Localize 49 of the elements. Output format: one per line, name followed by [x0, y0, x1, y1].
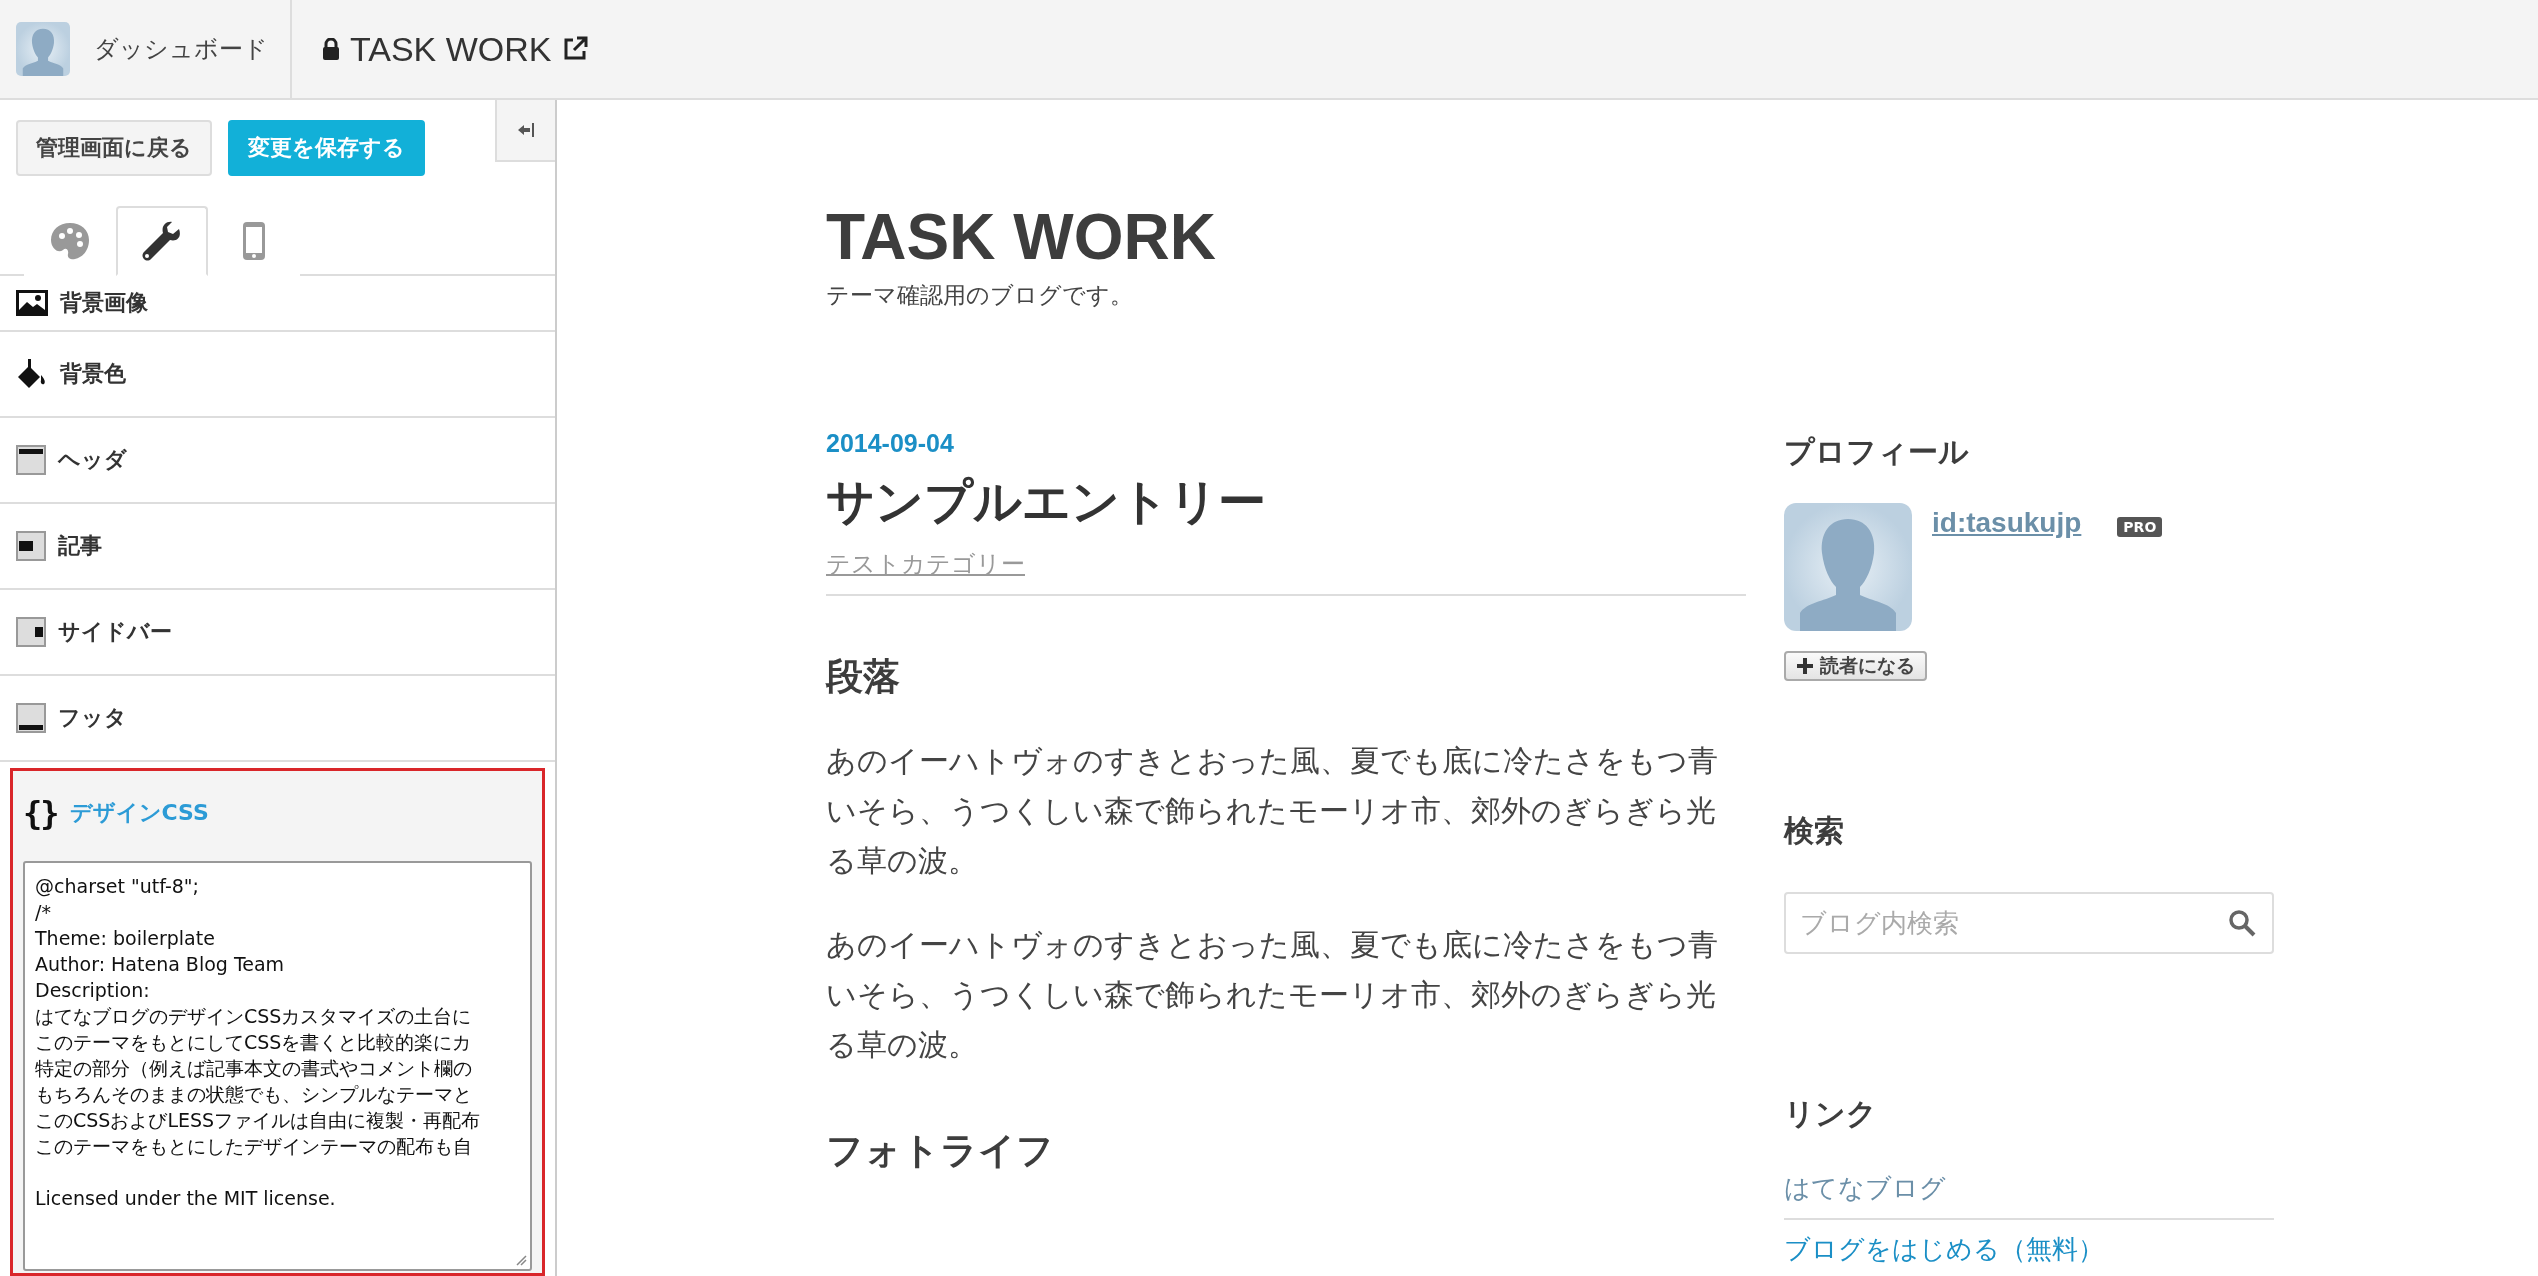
- image-icon: [16, 290, 48, 316]
- collapse-sidebar-button[interactable]: [495, 100, 555, 162]
- section-label: 背景画像: [60, 289, 148, 317]
- entry-date[interactable]: 2014-09-04: [826, 429, 1746, 458]
- paint-bucket-icon: [16, 359, 48, 389]
- user-avatar: [16, 22, 70, 76]
- plus-icon: [1796, 657, 1814, 675]
- subscribe-button[interactable]: 読者になる: [1784, 651, 1927, 681]
- collapse-arrow-icon: [517, 122, 535, 138]
- wrench-tab[interactable]: [116, 206, 208, 276]
- section-heading: 段落: [826, 654, 901, 700]
- pro-badge: PRO: [2117, 517, 2163, 537]
- sidebar-layout-icon: [16, 617, 46, 647]
- paragraph: あのイーハトヴォのすきとおった風、夏でも底に冷たさをもつ青いそら、うつくしい森で飾られたモーリオ市、郊外のぎらぎら光る草の波。: [826, 926, 1719, 1064]
- section-label: フッタ: [58, 704, 127, 732]
- back-button[interactable]: 管理画面に戻る: [16, 120, 212, 176]
- sidebar-link[interactable]: ブログをはじめる（無料）: [1784, 1218, 2274, 1276]
- blog-title-link[interactable]: TASK WORK: [350, 29, 552, 69]
- settings-section[interactable]: サイドバー: [0, 590, 555, 676]
- settings-section[interactable]: ヘッダ: [0, 418, 555, 504]
- settings-section[interactable]: フッタ: [0, 676, 555, 762]
- header-layout-icon: [16, 445, 46, 475]
- blog-title: TASK WORK: [826, 200, 1217, 274]
- search-heading: 検索: [1784, 812, 1845, 850]
- profile-heading: プロフィール: [1784, 433, 1970, 471]
- section-label: サイドバー: [58, 618, 172, 646]
- blog-description: テーマ確認用のブログです。: [826, 281, 1134, 310]
- settings-section[interactable]: 背景画像: [0, 276, 555, 332]
- settings-section[interactable]: 記事: [0, 504, 555, 590]
- settings-section[interactable]: 背景色: [0, 332, 555, 418]
- wrench-icon: [141, 221, 183, 261]
- resize-handle-icon[interactable]: [515, 1254, 527, 1266]
- braces-icon: {}: [23, 794, 58, 832]
- entry-title[interactable]: サンプルエントリー: [826, 470, 1746, 534]
- article-layout-icon: [16, 531, 46, 561]
- footer-layout-icon: [16, 703, 46, 733]
- paragraph: あのイーハトヴォのすきとおった風、夏でも底に冷たさをもつ青いそら、うつくしい森で飾られたモーリオ市、郊外のぎらぎら光る草の波。: [826, 742, 1719, 880]
- search-field[interactable]: ブログ内検索: [1784, 892, 2274, 954]
- section-label: 背景色: [60, 360, 126, 388]
- palette-icon: [50, 222, 90, 260]
- section-label: 記事: [58, 532, 102, 560]
- links-heading: リンク: [1784, 1095, 1878, 1133]
- css-editor[interactable]: @charset "utf-8"; /* Theme: boilerplate Author: Hatena Blog Team Description: はてなブログのデザインCSSカスタマイズの土台に このテーマをもとにしてCSSを書くと比較的楽にカ 特定の部分（例えば記事本文の書式やコメント欄の もちろんそのままの状態でも、シンプルなテーマと このCSSおよびLESSファイルは自由に複製・再配布 このテーマをもとにしたデザインテーマの配布も自 Licensed under the MIT license.: [23, 861, 532, 1271]
- phone-icon: [242, 221, 266, 261]
- search-icon[interactable]: [2228, 909, 2256, 937]
- section-heading: フォトライフ: [826, 1128, 1055, 1174]
- section-label: ヘッダ: [58, 446, 127, 474]
- lock-icon: [322, 38, 340, 60]
- dashboard-link[interactable]: ダッシュボード: [94, 33, 268, 65]
